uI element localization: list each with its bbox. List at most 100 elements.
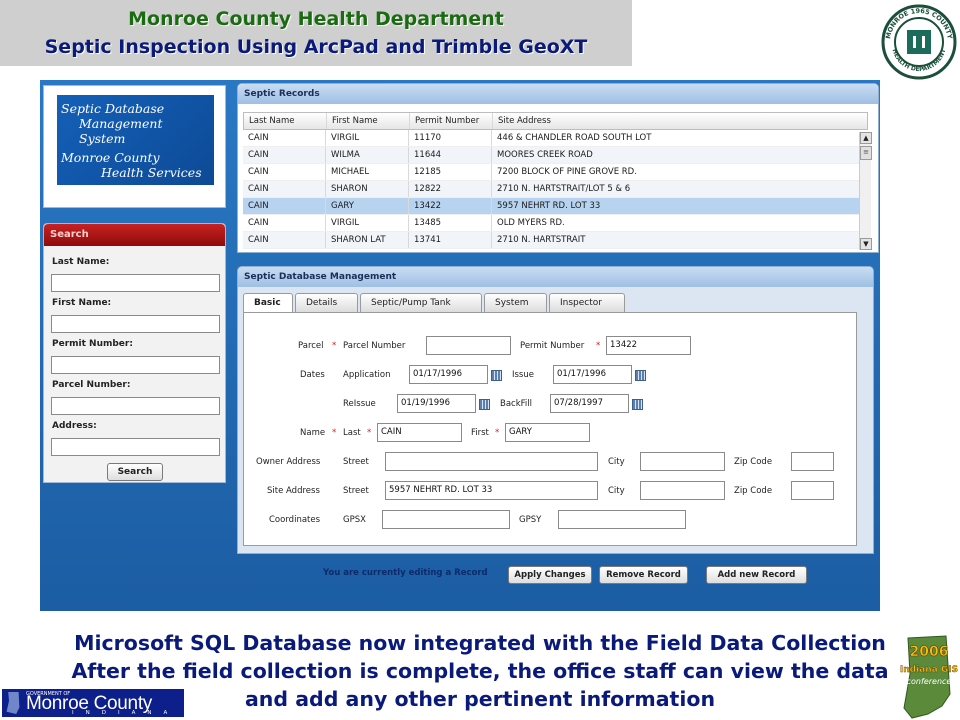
tab-details[interactable]: Details xyxy=(295,293,358,312)
records-scrollbar[interactable]: ▲ ≡ ▼ xyxy=(859,132,872,250)
cell-first-name: GARY xyxy=(326,198,409,214)
cell-last-name: CAIN xyxy=(243,198,326,214)
table-row-selected[interactable]: CAIN GARY 13422 5957 NEHRT RD. LOT 33 xyxy=(243,198,868,215)
table-row[interactable]: CAIN SHARON LAT 13741 2710 N. HARTSTRAIT xyxy=(243,232,868,249)
remove-record-button[interactable]: Remove Record xyxy=(599,566,688,584)
caption-line-1: Microsoft SQL Database now integrated wi… xyxy=(74,631,886,655)
required-marker: * xyxy=(495,428,500,438)
logo-line-4: Health Services xyxy=(101,165,202,180)
calendar-icon[interactable] xyxy=(635,370,646,381)
table-row[interactable]: CAIN MICHAEL 12185 7200 BLOCK OF PINE GR… xyxy=(243,164,868,181)
table-row[interactable]: CAIN SHARON 12822 2710 N. HARTSTRAIT/LOT… xyxy=(243,181,868,198)
cell-site-address: OLD MYERS RD. xyxy=(497,218,565,228)
app-logo: Septic Database Management System Monroe… xyxy=(57,95,214,185)
last-label: Last xyxy=(343,428,361,438)
cell-last-name: CAIN xyxy=(243,232,326,248)
site-street-field[interactable]: 5957 NEHRT RD. LOT 33 xyxy=(385,481,598,500)
backfill-date-field[interactable]: 07/28/1997 xyxy=(550,394,629,413)
cell-permit-number: 11644 xyxy=(409,147,492,163)
cell-site-address: 7200 BLOCK OF PINE GROVE RD. xyxy=(497,167,637,177)
cell-first-name: SHARON LAT xyxy=(326,232,409,248)
calendar-icon[interactable] xyxy=(491,370,502,381)
gpsx-field[interactable] xyxy=(382,510,510,529)
cell-permit-number: 13741 xyxy=(409,232,492,248)
tab-inspector[interactable]: Inspector xyxy=(549,293,625,312)
search-permit-number-input[interactable] xyxy=(51,356,220,374)
search-last-name-input[interactable] xyxy=(51,274,220,292)
name-label: Name xyxy=(300,428,326,438)
app-window: Septic Database Management System Monroe… xyxy=(40,80,880,611)
cell-site-address: 2710 N. HARTSTRAIT/LOT 5 & 6 xyxy=(497,184,631,194)
cell-first-name: VIRGIL xyxy=(326,215,409,231)
permit-number-label: Permit Number: xyxy=(52,339,133,349)
dates-label: Dates xyxy=(300,370,325,380)
owner-street-field[interactable] xyxy=(385,452,598,471)
cell-last-name: CAIN xyxy=(243,147,326,163)
owner-zip-label: Zip Code xyxy=(734,457,773,467)
table-row[interactable]: CAIN VIRGIL 11170 446 & CHANDLER ROAD SO… xyxy=(243,130,868,147)
last-name-field[interactable]: CAIN xyxy=(377,423,462,442)
caption-line-2: After the field collection is complete, … xyxy=(71,659,889,683)
add-new-record-button[interactable]: Add new Record xyxy=(706,566,807,584)
last-name-label: Last Name: xyxy=(52,257,110,267)
column-header-first-name[interactable]: First Name xyxy=(327,113,410,129)
owner-zip-field[interactable] xyxy=(791,452,834,471)
cell-permit-number: 12185 xyxy=(409,164,492,180)
application-label: Application xyxy=(343,370,391,380)
first-name-label: First Name: xyxy=(52,298,112,308)
scroll-down-arrow-icon[interactable]: ▼ xyxy=(860,238,872,250)
calendar-icon[interactable] xyxy=(479,399,490,410)
logo-state-name: INDIANA xyxy=(72,710,180,716)
indiana-map-icon xyxy=(6,692,20,714)
cell-first-name: SHARON xyxy=(326,181,409,197)
table-row[interactable]: CAIN VIRGIL 13485 OLD MYERS RD. xyxy=(243,215,868,232)
search-first-name-input[interactable] xyxy=(51,315,220,333)
cell-first-name: WILMA xyxy=(326,147,409,163)
first-name-field[interactable]: GARY xyxy=(505,423,590,442)
tab-system[interactable]: System xyxy=(484,293,547,312)
column-header-site-address[interactable]: Site Address xyxy=(493,113,867,129)
search-address-input[interactable] xyxy=(51,438,220,456)
cell-permit-number: 13422 xyxy=(409,198,492,214)
tab-septic-pump-tank[interactable]: Septic/Pump Tank xyxy=(360,293,482,312)
scroll-thumb[interactable]: ≡ xyxy=(860,146,872,160)
action-bar: You are currently editing a Record Apply… xyxy=(237,558,874,588)
records-table: Last Name First Name Permit Number Site … xyxy=(243,112,868,249)
site-zip-label: Zip Code xyxy=(734,486,773,496)
application-date-field[interactable]: 01/17/1996 xyxy=(409,365,488,384)
cell-permit-number: 13485 xyxy=(409,215,492,231)
site-zip-field[interactable] xyxy=(791,481,834,500)
site-city-field[interactable] xyxy=(640,481,725,500)
site-address-label: Site Address xyxy=(267,486,320,496)
parcel-label: Parcel xyxy=(298,341,324,351)
reissue-date-field[interactable]: 01/19/1996 xyxy=(397,394,476,413)
scroll-up-arrow-icon[interactable]: ▲ xyxy=(860,132,872,144)
column-header-last-name[interactable]: Last Name xyxy=(244,113,327,129)
indiana-gis-conference-badge: 2006 Indiana GIS conference xyxy=(900,635,958,719)
owner-city-field[interactable] xyxy=(640,452,725,471)
page-subtitle: Septic Inspection Using ArcPad and Trimb… xyxy=(44,36,588,58)
calendar-icon[interactable] xyxy=(632,399,643,410)
required-marker: * xyxy=(332,341,337,351)
gpsy-field[interactable] xyxy=(558,510,686,529)
cell-site-address: MOORES CREEK ROAD xyxy=(497,150,593,160)
search-parcel-number-input[interactable] xyxy=(51,397,220,415)
parcel-number-field[interactable] xyxy=(426,336,511,355)
permit-number-field[interactable]: 13422 xyxy=(606,336,691,355)
monroe-county-logo: GOVERNMENT OF Monroe County INDIANA xyxy=(2,689,184,717)
owner-street-label: Street xyxy=(343,457,369,467)
search-button[interactable]: Search xyxy=(107,463,163,481)
apply-changes-button[interactable]: Apply Changes xyxy=(508,566,592,584)
tab-basic[interactable]: Basic xyxy=(243,293,293,312)
septic-management-title: Septic Database Management xyxy=(238,267,873,287)
required-marker: * xyxy=(332,428,337,438)
column-header-permit-number[interactable]: Permit Number xyxy=(410,113,493,129)
table-row[interactable]: CAIN WILMA 11644 MOORES CREEK ROAD xyxy=(243,147,868,164)
required-marker: * xyxy=(367,428,372,438)
issue-date-field[interactable]: 01/17/1996 xyxy=(553,365,632,384)
cell-site-address: 5957 NEHRT RD. LOT 33 xyxy=(497,201,601,211)
required-marker: * xyxy=(596,341,601,351)
cell-site-address: 2710 N. HARTSTRAIT xyxy=(497,235,586,245)
health-department-seal: MONROE 1965 COUNTY HEALTH DEPARTMENT xyxy=(881,4,957,80)
cell-permit-number: 11170 xyxy=(409,130,492,146)
